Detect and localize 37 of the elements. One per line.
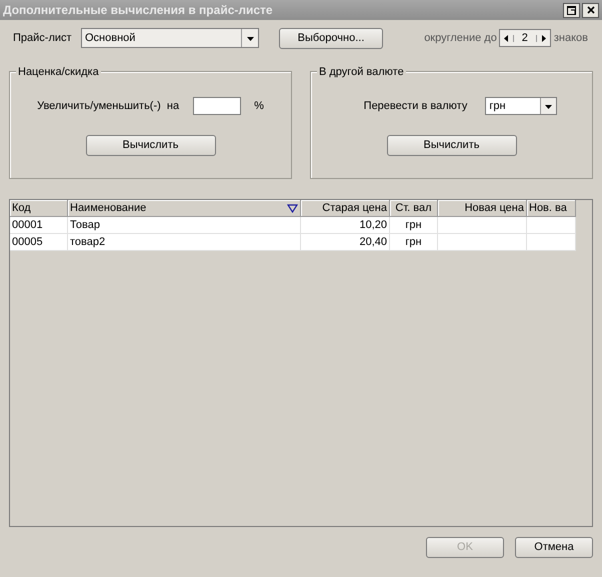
calculate-button[interactable]: Вычислить bbox=[86, 135, 216, 156]
column-header[interactable]: Старая цена bbox=[301, 200, 390, 217]
rounding-spinner[interactable]: 2 bbox=[498, 29, 551, 47]
sort-icon bbox=[287, 204, 298, 212]
price-list-label: Прайс-лист bbox=[13, 30, 73, 46]
currency-dropdown[interactable]: грн bbox=[485, 97, 558, 115]
right-arrow-icon bbox=[540, 34, 547, 42]
cancel-button[interactable]: Отмена bbox=[515, 537, 593, 558]
close-button[interactable] bbox=[582, 2, 599, 18]
close-icon bbox=[586, 6, 594, 14]
column-header[interactable]: Ст. вал bbox=[390, 200, 438, 217]
price-list-dropdown[interactable]: Основной bbox=[81, 28, 259, 48]
markup-label: Увеличить/уменьшить(-) на bbox=[37, 98, 180, 114]
rounding-suffix: знаков bbox=[554, 30, 588, 46]
rounding-label: округление до bbox=[424, 30, 497, 46]
select-button[interactable]: Выборочно... bbox=[279, 28, 383, 48]
restore-icon bbox=[567, 6, 576, 14]
window-title: Дополнительные вычисления в прайс-листе bbox=[3, 2, 274, 19]
calculate-button[interactable]: Вычислить bbox=[386, 135, 516, 156]
left-arrow-icon bbox=[502, 34, 510, 42]
percent-field[interactable] bbox=[193, 97, 242, 115]
column-header[interactable]: Нов. ва bbox=[527, 200, 576, 217]
table-cell: 20,40 bbox=[301, 234, 390, 251]
table-cell: грн bbox=[390, 234, 438, 251]
table-cell: товар2 bbox=[68, 234, 301, 251]
restore-button[interactable] bbox=[563, 2, 580, 18]
column-header[interactable]: Наименование bbox=[68, 200, 301, 217]
currency-label: Перевести в валюту bbox=[364, 98, 468, 114]
group-title: Наценка/скидка bbox=[16, 64, 101, 80]
dropdown-arrow-icon bbox=[545, 102, 552, 110]
group-title: В другой валюте bbox=[317, 64, 406, 80]
table-cell bbox=[527, 234, 576, 251]
dropdown-arrow-icon bbox=[246, 34, 254, 42]
percent-sign: % bbox=[254, 98, 264, 114]
table-cell: 00005 bbox=[10, 234, 68, 251]
column-header[interactable]: Новая цена bbox=[438, 200, 527, 217]
column-header[interactable]: Код bbox=[10, 200, 68, 217]
